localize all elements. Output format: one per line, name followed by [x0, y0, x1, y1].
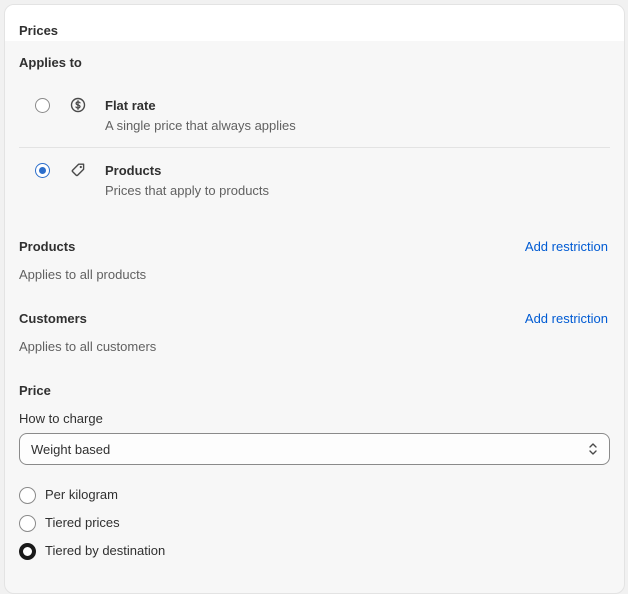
per-kilogram-label[interactable]: Per kilogram	[45, 487, 118, 502]
flat-rate-radio[interactable]	[35, 98, 50, 113]
how-to-charge-label: How to charge	[19, 411, 103, 426]
prices-card: Prices Applies to Flat rate A single pri…	[4, 4, 625, 594]
products-add-restriction-link[interactable]: Add restriction	[525, 239, 608, 254]
products-option-label: Products	[105, 163, 162, 178]
select-chevrons-icon	[589, 443, 597, 455]
card-title: Prices	[19, 23, 59, 38]
products-radio[interactable]	[35, 163, 50, 178]
products-option-description: Prices that apply to products	[105, 183, 270, 198]
tag-icon	[71, 163, 85, 177]
card-header	[5, 5, 624, 41]
customers-summary: Applies to all customers	[19, 339, 157, 354]
dollar-circle-icon	[70, 97, 86, 113]
tiered-by-destination-label[interactable]: Tiered by destination	[45, 543, 165, 558]
flat-rate-label: Flat rate	[105, 98, 156, 113]
options-divider	[19, 147, 610, 148]
how-to-charge-select[interactable]: Weight based	[19, 433, 610, 465]
customers-heading: Customers	[19, 311, 87, 326]
flat-rate-description: A single price that always applies	[105, 118, 296, 133]
how-to-charge-value: Weight based	[31, 442, 111, 457]
products-summary: Applies to all products	[19, 267, 147, 282]
products-heading: Products	[19, 239, 76, 254]
per-kilogram-radio[interactable]	[19, 487, 36, 504]
customers-add-restriction-link[interactable]: Add restriction	[525, 311, 608, 326]
tiered-prices-label[interactable]: Tiered prices	[45, 515, 120, 530]
tiered-by-destination-radio[interactable]	[19, 543, 36, 560]
applies-to-heading: Applies to	[19, 55, 82, 70]
tiered-prices-radio[interactable]	[19, 515, 36, 532]
price-heading: Price	[19, 383, 51, 398]
